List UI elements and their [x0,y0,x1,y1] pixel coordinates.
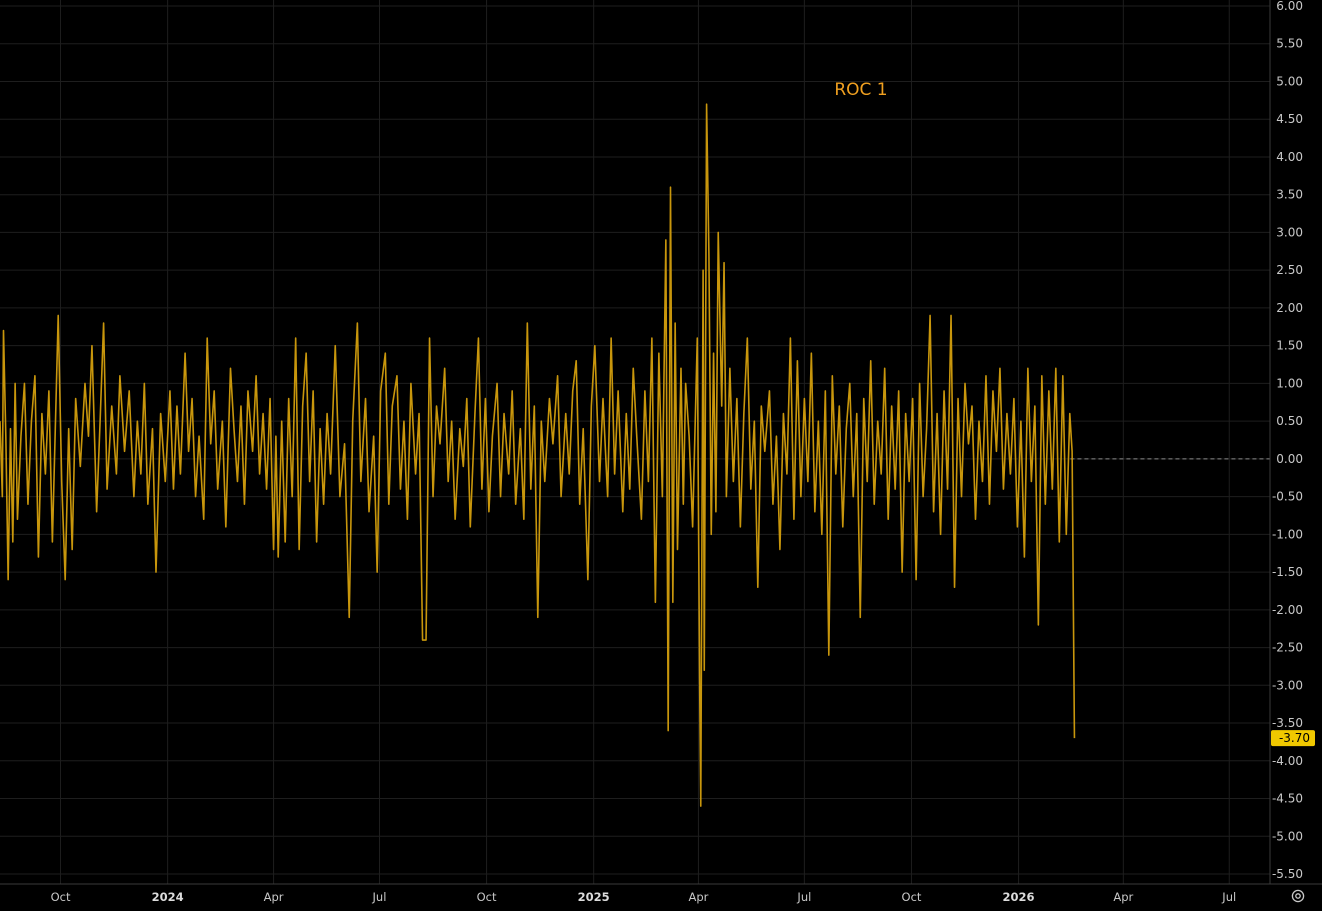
y-tick-label: -2.50 [1272,641,1303,655]
y-tick-label: -3.00 [1272,678,1303,692]
x-tick-label: Jul [1221,890,1236,904]
y-tick-label: 1.50 [1276,339,1303,353]
y-tick-label: -0.50 [1272,490,1303,504]
chart-panel: 6.00 5.50 5.00 4.50 4.00 3.50 3.00 2.50 2.00 1.50… [0,0,1322,911]
y-tick-label: 5.50 [1276,37,1303,51]
roc-chart[interactable]: 6.00 5.50 5.00 4.50 4.00 3.50 3.00 2.50 2.00 1.50… [0,0,1322,911]
y-tick-label: 0.50 [1276,414,1303,428]
y-tick-label: -5.50 [1272,867,1303,881]
x-tick-label: 2024 [152,890,184,904]
x-tick-label: Oct [902,890,922,904]
y-tick-label: -2.00 [1272,603,1303,617]
y-tick-label: 4.00 [1276,150,1303,164]
y-tick-label: -5.00 [1272,829,1303,843]
y-tick-label: 5.00 [1276,74,1303,88]
y-tick-label: -4.00 [1272,754,1303,768]
y-tick-label: -4.50 [1272,792,1303,806]
x-tick-label: Jul [372,890,387,904]
x-tick-label: 2025 [578,890,610,904]
y-tick-label: -1.50 [1272,565,1303,579]
y-tick-label: 4.50 [1276,112,1303,126]
last-value-text: -3.70 [1279,731,1310,745]
y-tick-label: 3.00 [1276,225,1303,239]
x-tick-label: Apr [264,890,284,904]
x-tick-label: 2026 [1003,890,1035,904]
x-tick-label: Oct [477,890,497,904]
settings-icon [1291,889,1305,903]
x-tick-label: Jul [796,890,811,904]
y-tick-label: 1.00 [1276,376,1303,390]
y-tick-label: 2.50 [1276,263,1303,277]
x-tick-label: Oct [51,890,71,904]
chart-title: ROC 1 [834,80,887,100]
last-value-badge: -3.70 [1271,730,1315,747]
y-tick-label: -3.50 [1272,716,1303,730]
y-tick-label: 3.50 [1276,188,1303,202]
x-tick-label: Apr [1113,890,1133,904]
y-tick-label: -1.00 [1272,527,1303,541]
y-tick-label: 6.00 [1276,0,1303,13]
x-tick-label: Apr [688,890,708,904]
y-tick-label: 2.00 [1276,301,1303,315]
settings-button[interactable] [1284,884,1312,908]
y-tick-label: 0.00 [1276,452,1303,466]
